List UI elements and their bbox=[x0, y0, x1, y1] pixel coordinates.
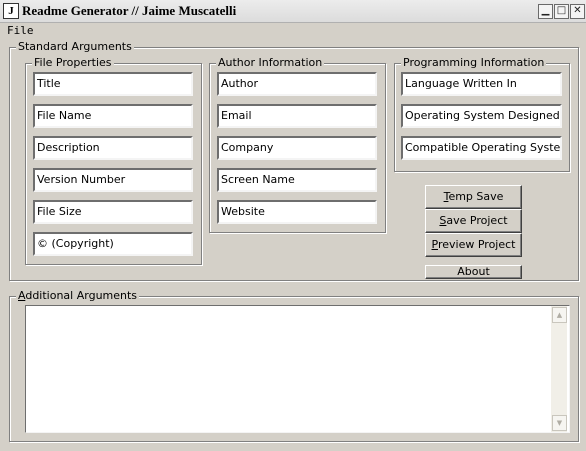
save-project-button[interactable]: Save Project bbox=[425, 209, 522, 233]
scroll-down-arrow-icon[interactable]: ▼ bbox=[552, 415, 567, 431]
author-field[interactable]: Author bbox=[217, 72, 377, 96]
author-information-label: Author Information bbox=[216, 56, 325, 69]
operating-system-designed-in-field[interactable]: Operating System Designed In bbox=[401, 104, 562, 128]
copyright-field[interactable]: © (Copyright) bbox=[33, 232, 193, 256]
version-number-field[interactable]: Version Number bbox=[33, 168, 193, 192]
description-field[interactable]: Description bbox=[33, 136, 193, 160]
preview-project-button[interactable]: Preview Project bbox=[425, 233, 522, 257]
about-button[interactable]: About bbox=[425, 265, 522, 279]
close-button[interactable]: ✕ bbox=[570, 4, 585, 19]
file-properties-label: File Properties bbox=[32, 56, 114, 69]
title-bar: J Readme Generator // Jaime Muscatelli ▁… bbox=[0, 0, 586, 23]
website-field[interactable]: Website bbox=[217, 200, 377, 224]
maximize-button[interactable]: □ bbox=[554, 4, 569, 19]
additional-arguments-textarea[interactable] bbox=[25, 305, 570, 433]
app-icon: J bbox=[3, 3, 19, 19]
compatible-operating-systems-field[interactable]: Compatible Operating Systems bbox=[401, 136, 562, 160]
standard-arguments-label: Standard Arguments bbox=[16, 40, 134, 53]
minimize-button[interactable]: ▁ bbox=[538, 4, 553, 19]
programming-information-label: Programming Information bbox=[401, 56, 547, 69]
file-size-field[interactable]: File Size bbox=[33, 200, 193, 224]
language-written-in-field[interactable]: Language Written In bbox=[401, 72, 562, 96]
email-field[interactable]: Email bbox=[217, 104, 377, 128]
screen-name-field[interactable]: Screen Name bbox=[217, 168, 377, 192]
window-title: Readme Generator // Jaime Muscatelli bbox=[22, 3, 237, 18]
scroll-up-arrow-icon[interactable]: ▲ bbox=[552, 307, 567, 323]
menu-bar: File bbox=[0, 22, 586, 40]
title-field[interactable]: Title bbox=[33, 72, 193, 96]
temp-save-button[interactable]: Temp Save bbox=[425, 185, 522, 209]
vertical-scrollbar[interactable]: ▲ ▼ bbox=[551, 306, 567, 432]
file-name-field[interactable]: File Name bbox=[33, 104, 193, 128]
company-field[interactable]: Company bbox=[217, 136, 377, 160]
menu-file[interactable]: File bbox=[7, 24, 34, 37]
additional-arguments-label: Additional Arguments bbox=[16, 289, 140, 302]
